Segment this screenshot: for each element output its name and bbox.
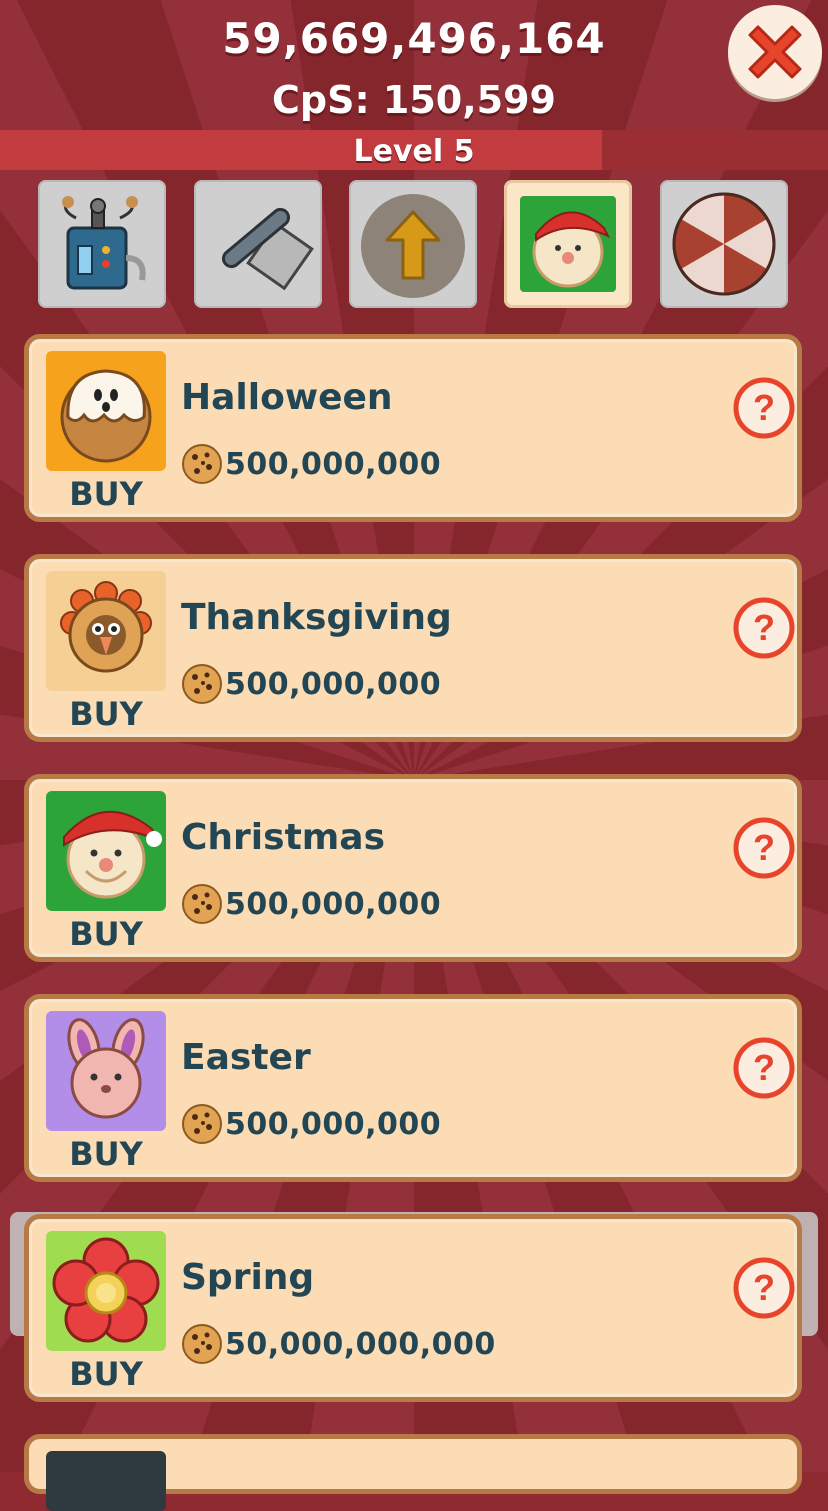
item-name: Thanksgiving [181,597,452,638]
tab-tools[interactable] [194,180,322,308]
buy-button[interactable]: BUY [46,1355,166,1393]
item-thumbnail [46,791,166,911]
cookie-icon [182,1104,222,1144]
help-icon[interactable]: ? [733,817,795,879]
item-name: Christmas [181,817,386,858]
item-price: 50,000,000,000 [225,1327,496,1362]
help-icon[interactable]: ? [733,597,795,659]
upgrade-arrow-icon [361,194,465,298]
item-thumbnail [46,1451,166,1511]
turkey-cookie-icon [60,581,152,673]
close-icon [748,25,802,79]
item-name: Spring [181,1257,315,1298]
item-price: 500,000,000 [225,1107,442,1142]
rolling-pin-icon [221,207,314,291]
svg-text:?: ? [753,827,775,868]
item-name: Halloween [181,377,393,418]
svg-text:?: ? [753,387,775,428]
list-item[interactable]: BUY Christmas 500,000,000 ? [24,774,802,962]
help-icon[interactable]: ? [733,1257,795,1319]
bunny-cookie-icon [67,1018,145,1119]
list-item[interactable]: BUY Easter 500,000,000 ? [24,994,802,1182]
cookie-icon [182,444,222,484]
tab-upgrades[interactable] [349,180,477,308]
santa-cookie-icon [63,810,162,899]
buy-button[interactable]: BUY [46,1135,166,1173]
tab-holiday[interactable] [504,180,632,308]
svg-text:?: ? [753,1267,775,1308]
peppermint-candy-icon [672,192,776,296]
tab-machines[interactable] [38,180,166,308]
buy-button[interactable]: BUY [46,475,166,513]
help-icon[interactable]: ? [733,1037,795,1099]
cookie-total: 59,669,496,164 [222,14,606,63]
item-name: Easter [181,1037,311,1078]
santa-cookie-icon [520,196,616,292]
item-price: 500,000,000 [225,447,442,482]
cookie-icon [182,884,222,924]
close-button[interactable] [728,5,822,99]
cookie-icon [182,664,222,704]
list-item[interactable]: BUY Thanksgiving 500,000,000 ? [24,554,802,742]
svg-text:?: ? [753,1047,775,1088]
cookies-per-second: CpS: 150,599 [272,78,556,122]
help-icon[interactable]: ? [733,377,795,439]
level-label: Level 5 [353,134,475,169]
item-price: 500,000,000 [225,887,442,922]
buy-button[interactable]: BUY [46,695,166,733]
item-price: 500,000,000 [225,667,442,702]
header: 59,669,496,164 CpS: 150,599 Level 5 [0,0,828,175]
item-thumbnail [46,1231,166,1351]
item-thumbnail [46,1011,166,1131]
svg-text:?: ? [753,607,775,648]
flower-cookie-icon [52,1237,160,1343]
item-thumbnail [46,351,166,471]
ghost-cookie-icon [60,369,152,463]
telephone-machine-icon [62,196,146,290]
item-thumbnail [46,571,166,691]
cookie-icon [182,1324,222,1364]
list-item[interactable]: BUY Halloween 500,000,000 ? [24,334,802,522]
list-item[interactable]: BUY Spring 50,000,000,000 ? [24,1214,802,1402]
list-item-partial[interactable] [24,1434,802,1511]
buy-button[interactable]: BUY [46,915,166,953]
tab-candy[interactable] [660,180,788,308]
